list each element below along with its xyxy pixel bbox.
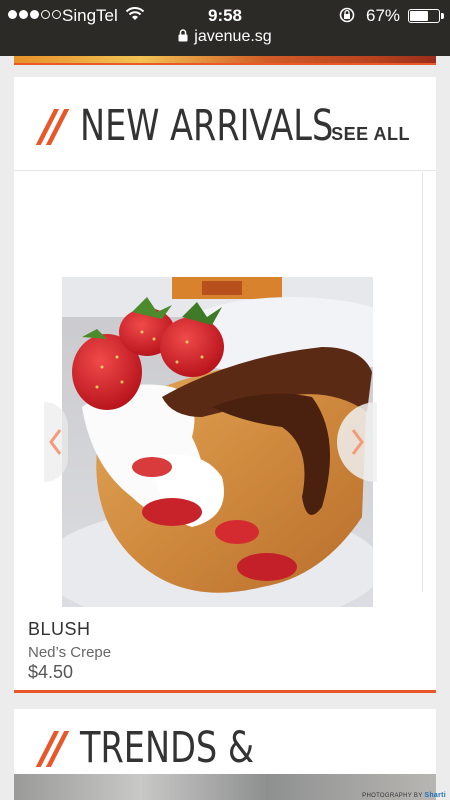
battery-percent: 67% xyxy=(366,6,401,25)
product-name[interactable]: BLUSH xyxy=(28,619,91,640)
product-image[interactable] xyxy=(62,277,373,607)
section-slashes: // xyxy=(40,723,66,774)
url-text: javenue.sg xyxy=(194,28,272,45)
product-shop: Ned’s Crepe xyxy=(28,644,112,661)
address-bar[interactable]: javenue.sg xyxy=(0,28,450,47)
new-arrivals-section: // NEW ARRIVALS SEE ALL BLUSH Ned’s Crep… xyxy=(14,77,436,691)
carousel-prev-button[interactable] xyxy=(44,402,68,482)
new-arrivals-header: // NEW ARRIVALS SEE ALL xyxy=(14,77,436,171)
photo-credit: PHOTOGRAPHY BY Sharti xyxy=(362,792,446,799)
section-slashes: // xyxy=(40,101,66,152)
new-arrivals-title: NEW ARRIVALS xyxy=(80,101,334,151)
carousel-divider xyxy=(422,172,423,592)
banner-underline xyxy=(14,63,436,65)
rotation-lock-icon xyxy=(338,7,356,28)
product-price: $4.50 xyxy=(28,662,74,682)
section-underline xyxy=(14,690,436,693)
battery-icon xyxy=(408,9,444,23)
see-all-link[interactable]: SEE ALL xyxy=(331,124,410,145)
status-bar: SingTel 9:58 67% javenue.sg xyxy=(0,0,450,56)
padlock-icon xyxy=(178,29,188,47)
